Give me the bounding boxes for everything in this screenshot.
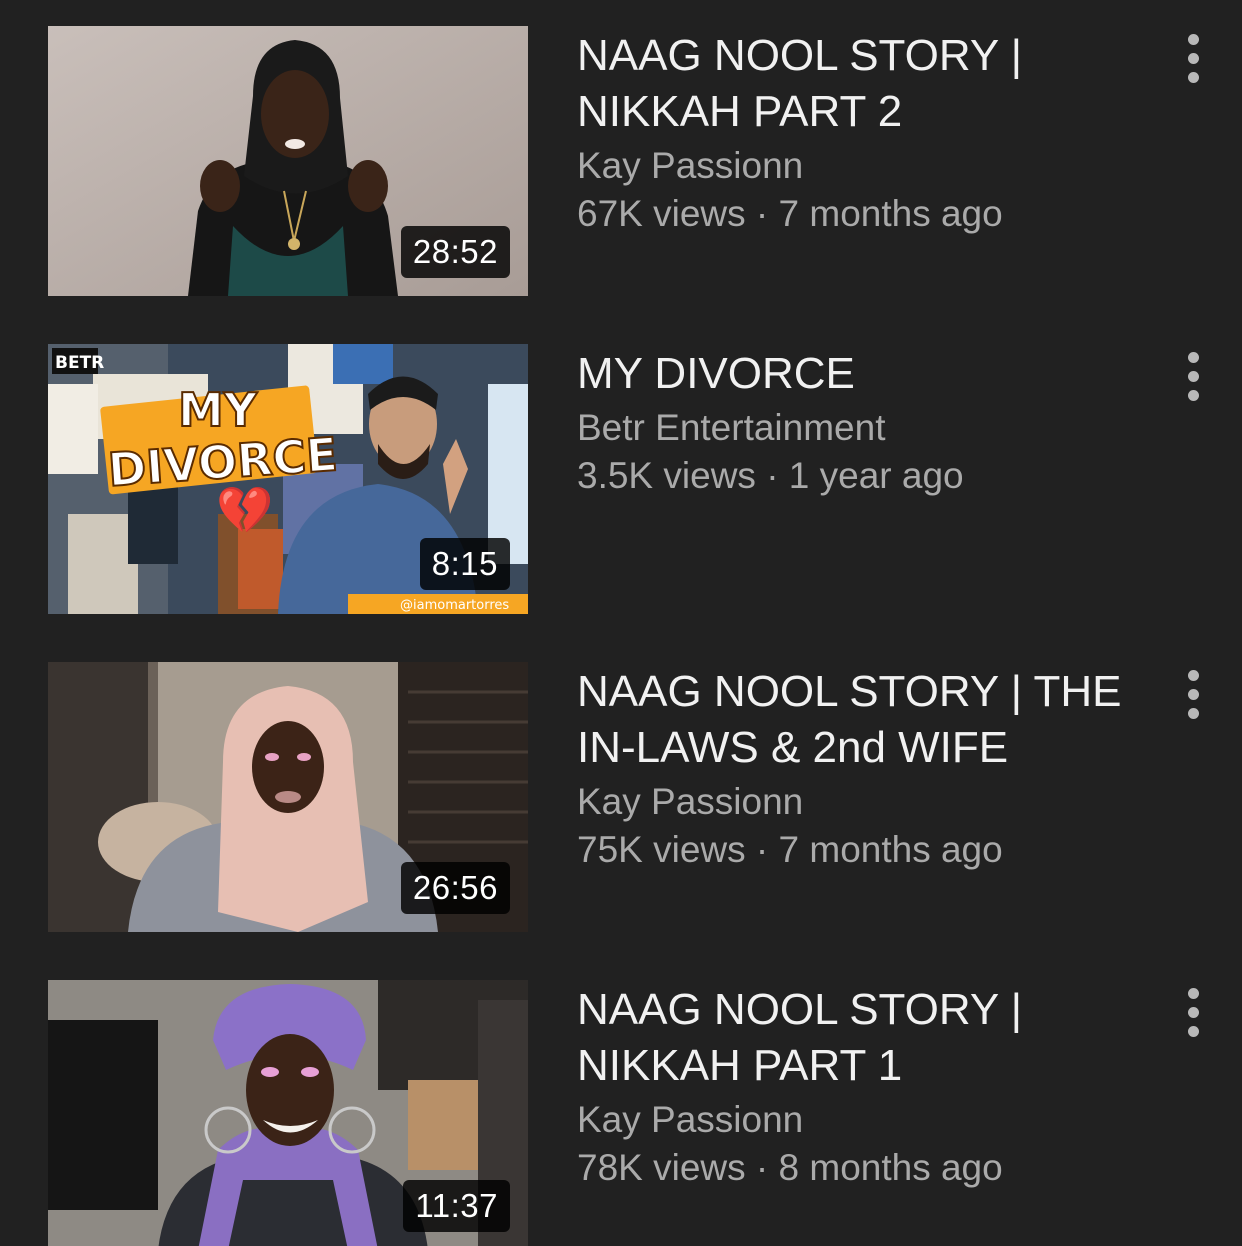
video-duration-badge: 26:56 (400, 862, 510, 914)
video-stats: 67K views · 7 months ago (577, 193, 1003, 234)
video-details: NAAG NOOL STORY | NIKKAH PART 2 Kay Pass… (577, 26, 1147, 238)
video-thumbnail[interactable]: 26:56 (48, 662, 528, 932)
thumbnail-handle: @iamomartorres (400, 598, 509, 613)
channel-name: Betr Entertainment (577, 407, 886, 448)
video-details: MY DIVORCE Betr Entertainment 3.5K views… (577, 344, 1147, 500)
video-list: 28:52 NAAG NOOL STORY | NIKKAH PART 2 Ka… (0, 0, 1242, 1246)
video-item[interactable]: MY DIVORCE 💔 BETR @iamomartorres 8:15 MY… (0, 344, 1242, 614)
channel-name: Kay Passionn (577, 781, 804, 822)
video-details: NAAG NOOL STORY | THE IN-LAWS & 2nd WIFE… (577, 662, 1147, 874)
more-vert-icon[interactable] (1172, 348, 1216, 408)
video-stats: 3.5K views · 1 year ago (577, 455, 964, 496)
video-thumbnail[interactable]: 11:37 (48, 980, 528, 1246)
more-vert-icon[interactable] (1172, 666, 1216, 726)
video-title[interactable]: NAAG NOOL STORY | NIKKAH PART 2 (577, 28, 1147, 140)
video-duration-badge: 8:15 (419, 538, 510, 590)
video-stats: 78K views · 8 months ago (577, 1147, 1003, 1188)
broken-heart-icon: 💔 (216, 484, 274, 536)
video-stats: 75K views · 7 months ago (577, 829, 1003, 870)
channel-name: Kay Passionn (577, 1099, 804, 1140)
video-duration-badge: 11:37 (403, 1180, 510, 1232)
video-duration-badge: 28:52 (400, 226, 510, 278)
channel-name: Kay Passionn (577, 145, 804, 186)
thumbnail-logo: BETR (55, 353, 104, 373)
video-thumbnail[interactable]: 28:52 (48, 26, 528, 296)
video-thumbnail[interactable]: MY DIVORCE 💔 BETR @iamomartorres 8:15 (48, 344, 528, 614)
video-item[interactable]: 26:56 NAAG NOOL STORY | THE IN-LAWS & 2n… (0, 662, 1242, 932)
video-title[interactable]: NAAG NOOL STORY | THE IN-LAWS & 2nd WIFE (577, 664, 1147, 776)
video-item[interactable]: 11:37 NAAG NOOL STORY | NIKKAH PART 1 Ka… (0, 980, 1242, 1246)
video-title[interactable]: MY DIVORCE (577, 346, 1147, 402)
video-item[interactable]: 28:52 NAAG NOOL STORY | NIKKAH PART 2 Ka… (0, 26, 1242, 296)
video-title[interactable]: NAAG NOOL STORY | NIKKAH PART 1 (577, 982, 1147, 1094)
video-details: NAAG NOOL STORY | NIKKAH PART 1 Kay Pass… (577, 980, 1147, 1192)
thumbnail-headline-1: MY (178, 383, 258, 437)
more-vert-icon[interactable] (1172, 30, 1216, 90)
more-vert-icon[interactable] (1172, 984, 1216, 1044)
